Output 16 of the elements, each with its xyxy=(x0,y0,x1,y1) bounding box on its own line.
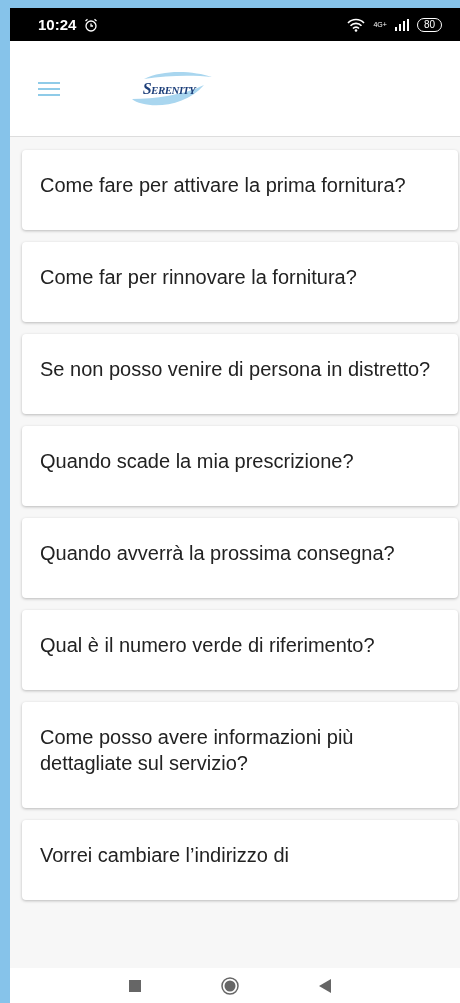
square-icon[interactable] xyxy=(129,979,141,992)
logo-text: Serenity xyxy=(142,79,196,98)
faq-card[interactable]: Vorrei cambiare l’indirizzo di xyxy=(22,820,458,900)
faq-card[interactable]: Quando scade la mia prescrizione? xyxy=(22,426,458,506)
faq-card[interactable]: Se non posso venire di persona in distretto? xyxy=(22,334,458,414)
back-icon[interactable] xyxy=(319,978,331,993)
alarm-clock-icon xyxy=(84,17,99,32)
faq-card[interactable]: Quando avverrà la prossima consegna? xyxy=(22,518,458,598)
home-icon[interactable] xyxy=(221,976,239,995)
wifi-icon xyxy=(347,17,366,32)
faq-card[interactable]: Qual è il numero verde di riferimento? xyxy=(22,610,458,690)
faq-card[interactable]: Come far per rinnovare la fornitura? xyxy=(22,242,458,322)
clock-time: 10:24 xyxy=(38,16,77,33)
faq-card[interactable]: Come posso avere informazioni più dettagliate sul servizio? xyxy=(22,702,458,808)
signal-icon xyxy=(394,18,409,31)
faq-card[interactable]: Come fare per attivare la prima fornitura? xyxy=(22,150,458,230)
